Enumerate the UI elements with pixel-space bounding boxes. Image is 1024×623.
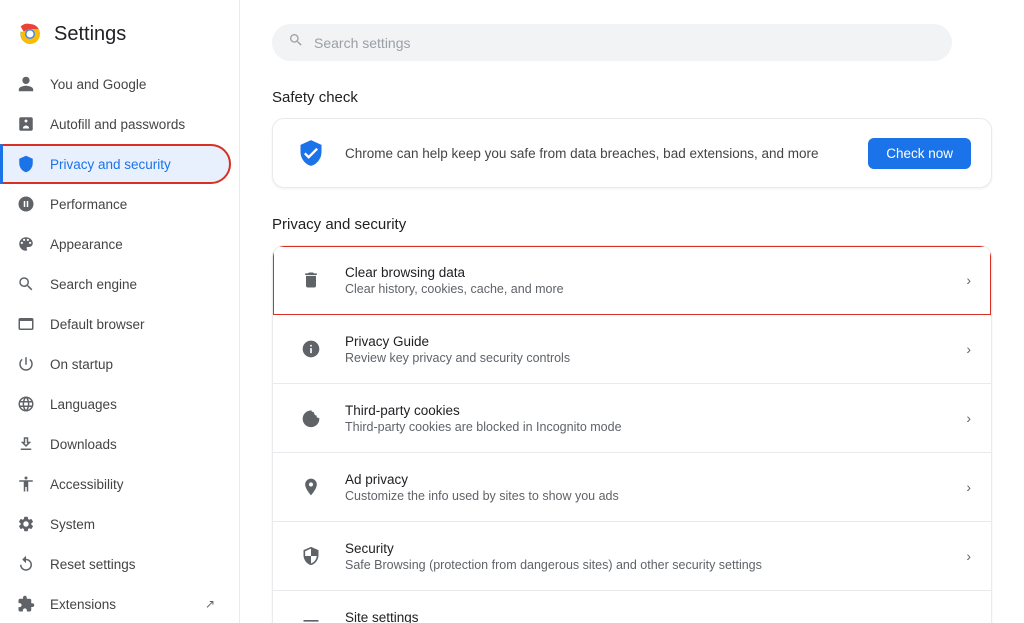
chevron-right-icon: › [966, 341, 971, 357]
check-now-button[interactable]: Check now [868, 138, 971, 169]
safety-check-description: Chrome can help keep you safe from data … [345, 146, 852, 161]
settings-item-site-settings[interactable]: Site settings Controls what information … [273, 591, 991, 623]
item-desc: Safe Browsing (protection from dangerous… [345, 558, 950, 572]
item-title: Third-party cookies [345, 403, 950, 418]
search-bar [272, 24, 952, 61]
sidebar-item-label: Performance [50, 197, 215, 212]
item-desc: Review key privacy and security controls [345, 351, 950, 365]
sidebar-item-label: Default browser [50, 317, 215, 332]
sidebar-item-system[interactable]: System [0, 504, 231, 544]
chevron-right-icon: › [966, 410, 971, 426]
speed-icon [16, 194, 36, 214]
item-title: Clear browsing data [345, 265, 950, 280]
download-icon [16, 434, 36, 454]
item-desc: Customize the info used by sites to show… [345, 489, 950, 503]
sidebar-item-label: Downloads [50, 437, 215, 452]
sidebar-item-downloads[interactable]: Downloads [0, 424, 231, 464]
sidebar-item-label: You and Google [50, 77, 215, 92]
article-icon [16, 114, 36, 134]
sidebar-item-appearance[interactable]: Appearance [0, 224, 231, 264]
settings-item-ad-privacy[interactable]: Ad privacy Customize the info used by si… [273, 453, 991, 522]
power-icon [16, 354, 36, 374]
search-icon [16, 274, 36, 294]
sidebar-item-label: Search engine [50, 277, 215, 292]
sidebar-item-accessibility[interactable]: Accessibility [0, 464, 231, 504]
sidebar-item-autofill[interactable]: Autofill and passwords [0, 104, 231, 144]
site-settings-icon [293, 607, 329, 623]
sidebar-item-search-engine[interactable]: Search engine [0, 264, 231, 304]
external-link-icon: ↗ [205, 597, 215, 611]
search-icon [288, 32, 304, 53]
sidebar-item-privacy-security[interactable]: Privacy and security [0, 144, 231, 184]
privacy-guide-icon [293, 331, 329, 367]
sidebar-item-label: Reset settings [50, 557, 215, 572]
privacy-security-title: Privacy and security [272, 216, 992, 233]
sidebar-item-default-browser[interactable]: Default browser [0, 304, 231, 344]
puzzle-icon [16, 594, 36, 614]
sidebar-item-extensions[interactable]: Extensions ↗ [0, 584, 231, 623]
ad-privacy-icon [293, 469, 329, 505]
main-content: Safety check Chrome can help keep you sa… [240, 0, 1024, 623]
item-desc: Clear history, cookies, cache, and more [345, 282, 950, 296]
chrome-logo-icon [16, 20, 44, 48]
cookie-icon [293, 400, 329, 436]
safety-check-title: Safety check [272, 89, 992, 106]
item-text: Third-party cookies Third-party cookies … [345, 403, 950, 434]
chevron-right-icon: › [966, 272, 971, 288]
item-text: Ad privacy Customize the info used by si… [345, 472, 950, 503]
privacy-security-list: Clear browsing data Clear history, cooki… [272, 245, 992, 623]
person-icon [16, 74, 36, 94]
settings-item-privacy-guide[interactable]: Privacy Guide Review key privacy and sec… [273, 315, 991, 384]
sidebar-item-label: Privacy and security [50, 157, 215, 172]
item-desc: Third-party cookies are blocked in Incog… [345, 420, 950, 434]
settings-item-clear-browsing-data[interactable]: Clear browsing data Clear history, cooki… [273, 246, 991, 315]
safety-shield-icon [293, 135, 329, 171]
reset-icon [16, 554, 36, 574]
item-title: Ad privacy [345, 472, 950, 487]
safety-check-card: Chrome can help keep you safe from data … [272, 118, 992, 188]
chevron-right-icon: › [966, 479, 971, 495]
search-input[interactable] [314, 35, 936, 51]
sidebar-item-label: Extensions [50, 597, 187, 612]
item-title: Site settings [345, 610, 950, 623]
accessibility-icon [16, 474, 36, 494]
sidebar-item-label: Languages [50, 397, 215, 412]
palette-icon [16, 234, 36, 254]
chevron-right-icon: › [966, 548, 971, 564]
search-bar-container [272, 24, 992, 61]
item-title: Privacy Guide [345, 334, 950, 349]
security-icon [293, 538, 329, 574]
sidebar-nav: You and Google Autofill and passwords Pr… [0, 64, 239, 623]
sidebar-item-performance[interactable]: Performance [0, 184, 231, 224]
sidebar-item-label: Accessibility [50, 477, 215, 492]
sidebar-item-label: On startup [50, 357, 215, 372]
sidebar-item-languages[interactable]: Languages [0, 384, 231, 424]
item-text: Clear browsing data Clear history, cooki… [345, 265, 950, 296]
item-title: Security [345, 541, 950, 556]
item-text: Security Safe Browsing (protection from … [345, 541, 950, 572]
settings-icon [16, 514, 36, 534]
sidebar: Settings You and Google Autofill and pas… [0, 0, 240, 623]
settings-item-security[interactable]: Security Safe Browsing (protection from … [273, 522, 991, 591]
browser-icon [16, 314, 36, 334]
sidebar-item-label: Appearance [50, 237, 215, 252]
shield-icon [16, 154, 36, 174]
sidebar-item-label: System [50, 517, 215, 532]
settings-item-third-party-cookies[interactable]: Third-party cookies Third-party cookies … [273, 384, 991, 453]
app-title: Settings [54, 23, 126, 46]
item-text: Privacy Guide Review key privacy and sec… [345, 334, 950, 365]
sidebar-item-on-startup[interactable]: On startup [0, 344, 231, 384]
sidebar-item-you-and-google[interactable]: You and Google [0, 64, 231, 104]
item-text: Site settings Controls what information … [345, 610, 950, 623]
sidebar-item-label: Autofill and passwords [50, 117, 215, 132]
sidebar-item-reset[interactable]: Reset settings [0, 544, 231, 584]
chevron-right-icon: › [966, 617, 971, 623]
sidebar-header: Settings [0, 8, 239, 64]
trash-icon [293, 262, 329, 298]
globe-icon [16, 394, 36, 414]
